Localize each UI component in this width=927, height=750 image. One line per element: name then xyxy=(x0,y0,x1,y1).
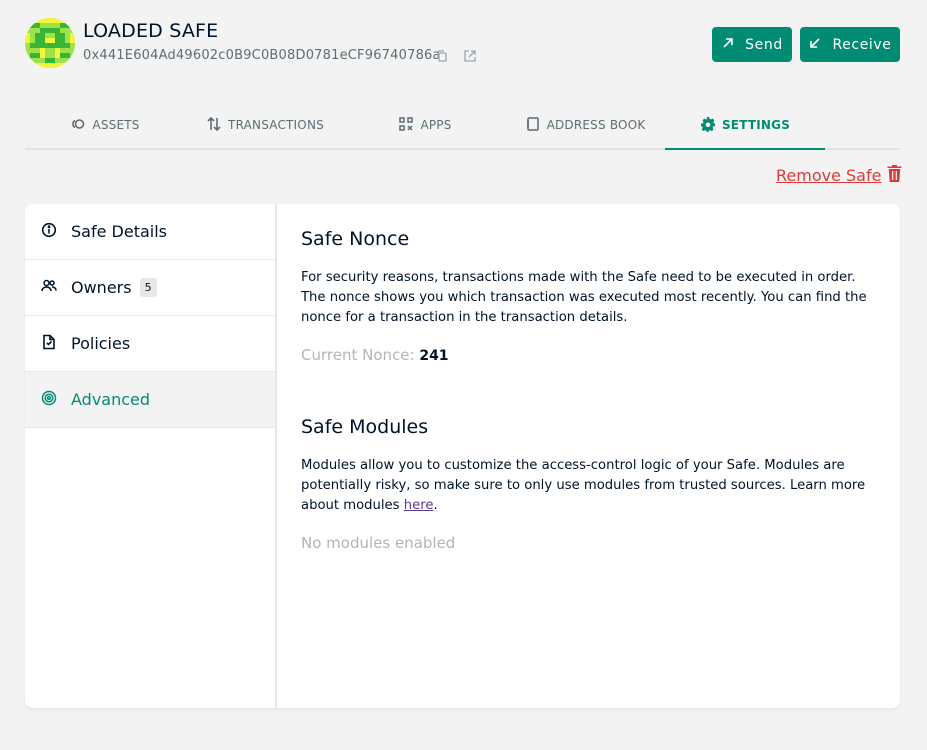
sidebar-item-label: Owners xyxy=(71,278,132,297)
tab-address-book-label: ADDRESS BOOK xyxy=(546,118,646,132)
safe-avatar xyxy=(25,18,75,68)
advanced-icon xyxy=(41,390,57,410)
modules-description-suffix: . xyxy=(433,498,438,513)
owners-count-badge: 5 xyxy=(139,278,157,297)
arrow-up-right-icon xyxy=(721,36,735,54)
current-nonce-label: Current Nonce: xyxy=(301,346,415,364)
tab-apps[interactable]: APPS xyxy=(345,102,505,148)
tab-settings-label: SETTINGS xyxy=(721,118,791,132)
modules-description-text: Modules allow you to customize the acces… xyxy=(301,458,866,513)
owners-icon xyxy=(41,278,57,298)
sidebar-item-policies[interactable]: Policies xyxy=(25,316,275,372)
modules-description: Modules allow you to customize the acces… xyxy=(301,456,869,516)
tab-assets-label: ASSETS xyxy=(92,118,140,132)
nonce-description: For security reasons, transactions made … xyxy=(301,270,867,325)
remove-safe-label: Remove Safe xyxy=(776,166,882,185)
external-link-icon[interactable] xyxy=(463,48,477,62)
modules-here-link[interactable]: here xyxy=(404,498,434,513)
tab-transactions[interactable]: TRANSACTIONS xyxy=(185,102,345,148)
tab-apps-label: APPS xyxy=(420,118,452,132)
assets-icon xyxy=(70,116,86,135)
tab-transactions-label: TRANSACTIONS xyxy=(228,118,324,132)
policies-icon xyxy=(41,334,57,354)
sidebar-item-owners[interactable]: Owners 5 xyxy=(25,260,275,316)
current-nonce: Current Nonce: 241 xyxy=(301,346,449,364)
tab-assets[interactable]: ASSETS xyxy=(25,102,185,148)
safe-address: 0x441E604Ad49602c0B9C0B08D0781eCF9674078… xyxy=(83,48,441,63)
safe-header: LOADED SAFE 0x441E604Ad49602c0B9C0B08D07… xyxy=(25,18,900,74)
send-button[interactable]: Send xyxy=(712,27,792,62)
sidebar-item-advanced[interactable]: Advanced xyxy=(25,372,275,428)
safe-name: LOADED SAFE xyxy=(83,20,219,42)
main-tabs: ASSETS TRANSACTIONS APPS ADDRESS BOOK SE… xyxy=(25,102,900,150)
tab-settings[interactable]: SETTINGS xyxy=(665,102,825,150)
modules-title: Safe Modules xyxy=(301,416,429,438)
info-icon xyxy=(41,222,57,242)
apps-icon xyxy=(398,116,414,135)
settings-sidebar: Safe Details Owners 5 Policies Advanced xyxy=(25,204,277,708)
sidebar-item-label: Advanced xyxy=(71,390,151,409)
receive-button-label: Receive xyxy=(832,36,892,53)
nonce-title: Safe Nonce xyxy=(301,228,410,250)
sidebar-item-label: Safe Details xyxy=(71,222,167,241)
send-button-label: Send xyxy=(745,36,783,53)
copy-icon[interactable] xyxy=(435,48,449,62)
settings-card: Safe Details Owners 5 Policies Advanced … xyxy=(25,204,900,708)
remove-safe-link[interactable]: Remove Safe xyxy=(776,165,902,186)
trash-icon xyxy=(887,165,902,186)
transactions-icon xyxy=(206,116,222,135)
current-nonce-value: 241 xyxy=(419,348,449,364)
address-book-icon xyxy=(525,116,541,135)
sidebar-item-label: Policies xyxy=(71,334,131,353)
receive-button[interactable]: Receive xyxy=(800,27,900,62)
tab-address-book[interactable]: ADDRESS BOOK xyxy=(505,102,665,148)
no-modules-text: No modules enabled xyxy=(301,534,456,552)
sidebar-item-safe-details[interactable]: Safe Details xyxy=(25,204,275,260)
arrow-down-left-icon xyxy=(808,36,822,54)
gear-icon xyxy=(700,116,716,135)
